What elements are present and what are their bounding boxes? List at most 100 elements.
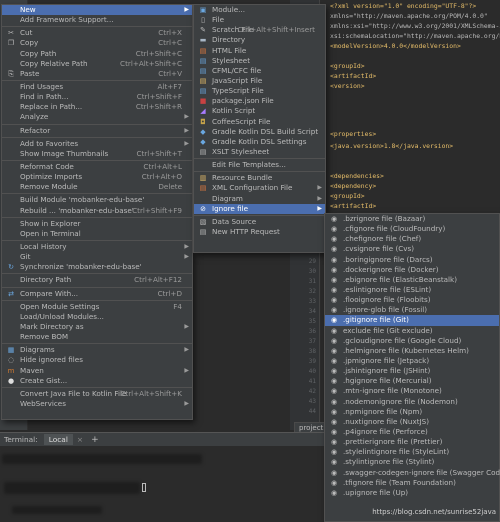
menu-item-mtn-ignore-file-monotone[interactable]: ◉ .mtn-ignore file (Monotone) (325, 386, 499, 396)
menu-item-maven[interactable]: m Maven ▶ (2, 366, 192, 376)
menu-item-module[interactable]: ▣ Module... (194, 5, 325, 15)
menu-item-copy[interactable]: ❐ Copy Ctrl+C (2, 38, 192, 48)
menu-item-remove-bom[interactable]: Remove BOM (2, 332, 192, 342)
menu-item-new[interactable]: New ▶ (2, 5, 192, 16)
add-tab-icon[interactable]: + (91, 435, 99, 445)
menu-item-git[interactable]: Git ▶ (2, 252, 192, 262)
menu-item-label: Copy Relative Path (20, 58, 88, 68)
code-line: <java.version>1.8</java.version> (330, 142, 454, 150)
menu-item-exclude-file-git-exclude[interactable]: ◉ exclude file (Git exclude) (325, 326, 499, 336)
menu-item-find-usages[interactable]: Find Usages Alt+F7 (2, 82, 192, 92)
file-icon: ▯ (201, 16, 205, 25)
menu-item-local-history[interactable]: Local History ▶ (2, 242, 192, 252)
menu-item-synchronize-mobanker-edu-base[interactable]: ↻ Synchronize 'mobanker-edu-base' (2, 262, 192, 272)
menu-separator (2, 239, 192, 241)
menu-item-flooignore-file-floobits[interactable]: ◉ .flooignore file (Floobits) (325, 295, 499, 305)
menu-item-coffeescript-file[interactable]: ◘ CoffeeScript File (194, 117, 325, 127)
menu-item-open-module-settings[interactable]: Open Module Settings F4 (2, 302, 192, 312)
menu-item-refactor[interactable]: Refactor ▶ (2, 126, 192, 136)
menu-item-edit-file-templates[interactable]: Edit File Templates... (194, 160, 325, 170)
menu-item-open-in-terminal[interactable]: Open in Terminal (2, 229, 192, 239)
menu-item-javascript-file[interactable]: ▤ JavaScript File (194, 76, 325, 86)
menu-item-xml-configuration-file[interactable]: ▤ XML Configuration File ▶ (194, 183, 325, 193)
submenu-arrow-icon: ▶ (317, 204, 322, 212)
menu-item-directory[interactable]: ▬ Directory (194, 35, 325, 45)
menu-item-nodemonignore-file-nodemon[interactable]: ◉ .nodemonignore file (Nodemon) (325, 397, 499, 407)
menu-item-new-http-request[interactable]: ▤ New HTTP Request (194, 227, 325, 237)
menu-item-show-in-explorer[interactable]: Show in Explorer (2, 219, 192, 229)
menu-item-helmignore-file-kubernetes-helm[interactable]: ◉ .helmignore file (Kubernetes Helm) (325, 346, 499, 356)
menu-item-tfignore-file-team-foundation[interactable]: ◉ .tfignore file (Team Foundation) (325, 478, 499, 488)
ignore-icon: ⊘ (200, 204, 206, 213)
menu-item-reformat-code[interactable]: Reformat Code Ctrl+Alt+L (2, 162, 192, 172)
menu-item-gradle-kotlin-dsl-build-script[interactable]: ◆ Gradle Kotlin DSL Build Script (194, 127, 325, 137)
menu-item-package-json-file[interactable]: ■ package.json File (194, 96, 325, 106)
menu-item-gitignore-file-git[interactable]: ◉ .gitignore file (Git) (325, 315, 499, 326)
kotlin-icon: ◢ (200, 107, 206, 116)
menu-item-copy-relative-path[interactable]: Copy Relative Path Ctrl+Alt+Shift+C (2, 59, 192, 69)
close-icon[interactable]: × (77, 435, 83, 444)
menu-item-replace-in-path[interactable]: Replace in Path... Ctrl+Shift+R (2, 102, 192, 112)
menu-item-stylintignore-file-stylint[interactable]: ◉ .stylintignore file (Stylint) (325, 457, 499, 467)
menu-separator (2, 273, 192, 275)
menu-item-build-module-mobanker-edu-base[interactable]: Build Module 'mobanker-edu-base' (2, 195, 192, 205)
menu-item-kotlin-script[interactable]: ◢ Kotlin Script (194, 106, 325, 116)
menu-item-hide-ignored-files[interactable]: ◌ Hide ignored files (2, 355, 192, 365)
menu-item-mark-directory-as[interactable]: Mark Directory as ▶ (2, 322, 192, 332)
menu-item-cfml-cfc-file[interactable]: ▤ CFML/CFC file (194, 66, 325, 76)
terminal-tab-local[interactable]: Local (43, 434, 73, 445)
menu-item-boringignore-file-darcs[interactable]: ◉ .boringignore file (Darcs) (325, 255, 499, 265)
menu-item-prettierignore-file-prettier[interactable]: ◉ .prettierignore file (Prettier) (325, 437, 499, 447)
menu-item-npmignore-file-npm[interactable]: ◉ .npmignore file (Npm) (325, 407, 499, 417)
menu-item-diagrams[interactable]: ▦ Diagrams ▶ (2, 345, 192, 355)
menu-item-shortcut: Ctrl+D (157, 288, 182, 298)
menu-item-add-to-favorites[interactable]: Add to Favorites ▶ (2, 139, 192, 149)
menu-item-find-in-path[interactable]: Find in Path... Ctrl+Shift+F (2, 92, 192, 102)
menu-item-bzrignore-file-bazaar[interactable]: ◉ .bzrignore file (Bazaar) (325, 214, 499, 224)
menu-item-remove-module[interactable]: Remove Module Delete (2, 182, 192, 192)
menu-item-show-image-thumbnails[interactable]: Show Image Thumbnails Ctrl+Shift+T (2, 149, 192, 159)
menu-item-paste[interactable]: ⎘ Paste Ctrl+V (2, 69, 192, 79)
blurred-text (2, 454, 202, 464)
menu-item-eslintignore-file-eslint[interactable]: ◉ .eslintignore file (ESLint) (325, 285, 499, 295)
menu-item-convert-java-file-to-kotlin-file[interactable]: Convert Java File to Kotlin File Ctrl+Alt… (2, 389, 192, 399)
menu-item-load-unload-modules[interactable]: Load/Unload Modules... (2, 312, 192, 322)
menu-item-scratch-file[interactable]: ✎ Scratch File Ctrl+Alt+Shift+Insert (194, 25, 325, 35)
menu-item-p4ignore-file-perforce[interactable]: ◉ .p4ignore file (Perforce) (325, 427, 499, 437)
menu-item-jpmignore-file-jetpack[interactable]: ◉ .jpmignore file (Jetpack) (325, 356, 499, 366)
menu-item-dockerignore-file-docker[interactable]: ◉ .dockerignore file (Docker) (325, 265, 499, 275)
menu-item-gradle-kotlin-dsl-settings[interactable]: ◆ Gradle Kotlin DSL Settings (194, 137, 325, 147)
menu-item-optimize-imports[interactable]: Optimize Imports Ctrl+Alt+O (2, 172, 192, 182)
menu-item-chefignore-file-chef[interactable]: ◉ .chefignore file (Chef) (325, 234, 499, 244)
menu-item-compare-with[interactable]: ⇄ Compare With... Ctrl+D (2, 289, 192, 299)
menu-item-hgignore-file-mercurial[interactable]: ◉ .hgignore file (Mercurial) (325, 376, 499, 386)
menu-item-rebuild-mobanker-edu-base[interactable]: Rebuild ... 'mobanker-edu-base' Ctrl+Shif… (2, 206, 192, 216)
menu-item-ignore-file[interactable]: ⊘ Ignore file ▶ (194, 203, 325, 214)
menu-item-jshintignore-file-jshint[interactable]: ◉ .jshintignore file (JSHint) (325, 366, 499, 376)
menu-item-stylesheet[interactable]: ▤ Stylesheet (194, 56, 325, 66)
menu-item-create-gist[interactable]: ● Create Gist... (2, 376, 192, 386)
menu-item-cut[interactable]: ✂ Cut Ctrl+X (2, 28, 192, 38)
menu-item-html-file[interactable]: ▤ HTML File (194, 46, 325, 56)
menu-item-webservices[interactable]: WebServices ▶ (2, 399, 192, 409)
menu-item-swagger-codegen-ignore-file-swagger-codegen[interactable]: ◉ .swagger-codegen-ignore file (Swagger C… (325, 468, 500, 478)
menu-item-copy-path[interactable]: Copy Path Ctrl+Shift+C (2, 49, 192, 59)
menu-item-directory-path[interactable]: Directory Path Ctrl+Alt+F12 (2, 275, 192, 285)
menu-item-ebignore-file-elasticbeanstalk[interactable]: ◉ .ebignore file (ElasticBeanstalk) (325, 275, 499, 285)
menu-item-stylelintignore-file-stylelint[interactable]: ◉ .stylelintignore file (StyleLint) (325, 447, 499, 457)
menu-item-add-framework-support[interactable]: Add Framework Support... (2, 15, 192, 25)
menu-item-diagram[interactable]: Diagram ▶ (194, 194, 325, 204)
menu-item-nuxtignore-file-nuxtjs[interactable]: ◉ .nuxtignore file (NuxtJS) (325, 417, 499, 427)
menu-item-file[interactable]: ▯ File (194, 15, 325, 25)
menu-item-upignore-file-up[interactable]: ◉ .upignore file (Up) (325, 488, 499, 498)
menu-item-ignore-glob-file-fossil[interactable]: ◉ .ignore-glob file (Fossil) (325, 305, 499, 315)
menu-item-cfignore-file-cloudfoundry[interactable]: ◉ .cfignore file (CloudFoundry) (325, 224, 499, 234)
menu-item-cvsignore-file-cvs[interactable]: ◉ .cvsignore file (Cvs) (325, 244, 499, 254)
menu-item-data-source[interactable]: ▧ Data Source (194, 217, 325, 227)
menu-item-gcloudignore-file-google-cloud[interactable]: ◉ .gcloudignore file (Google Cloud) (325, 336, 499, 346)
hide-icon: ◌ (7, 356, 15, 365)
menu-item-analyze[interactable]: Analyze ▶ (2, 112, 192, 122)
menu-item-resource-bundle[interactable]: ▥ Resource Bundle (194, 173, 325, 183)
menu-item-typescript-file[interactable]: ▤ TypeScript File (194, 86, 325, 96)
menu-item-xslt-stylesheet[interactable]: ▤ XSLT Stylesheet (194, 147, 325, 157)
